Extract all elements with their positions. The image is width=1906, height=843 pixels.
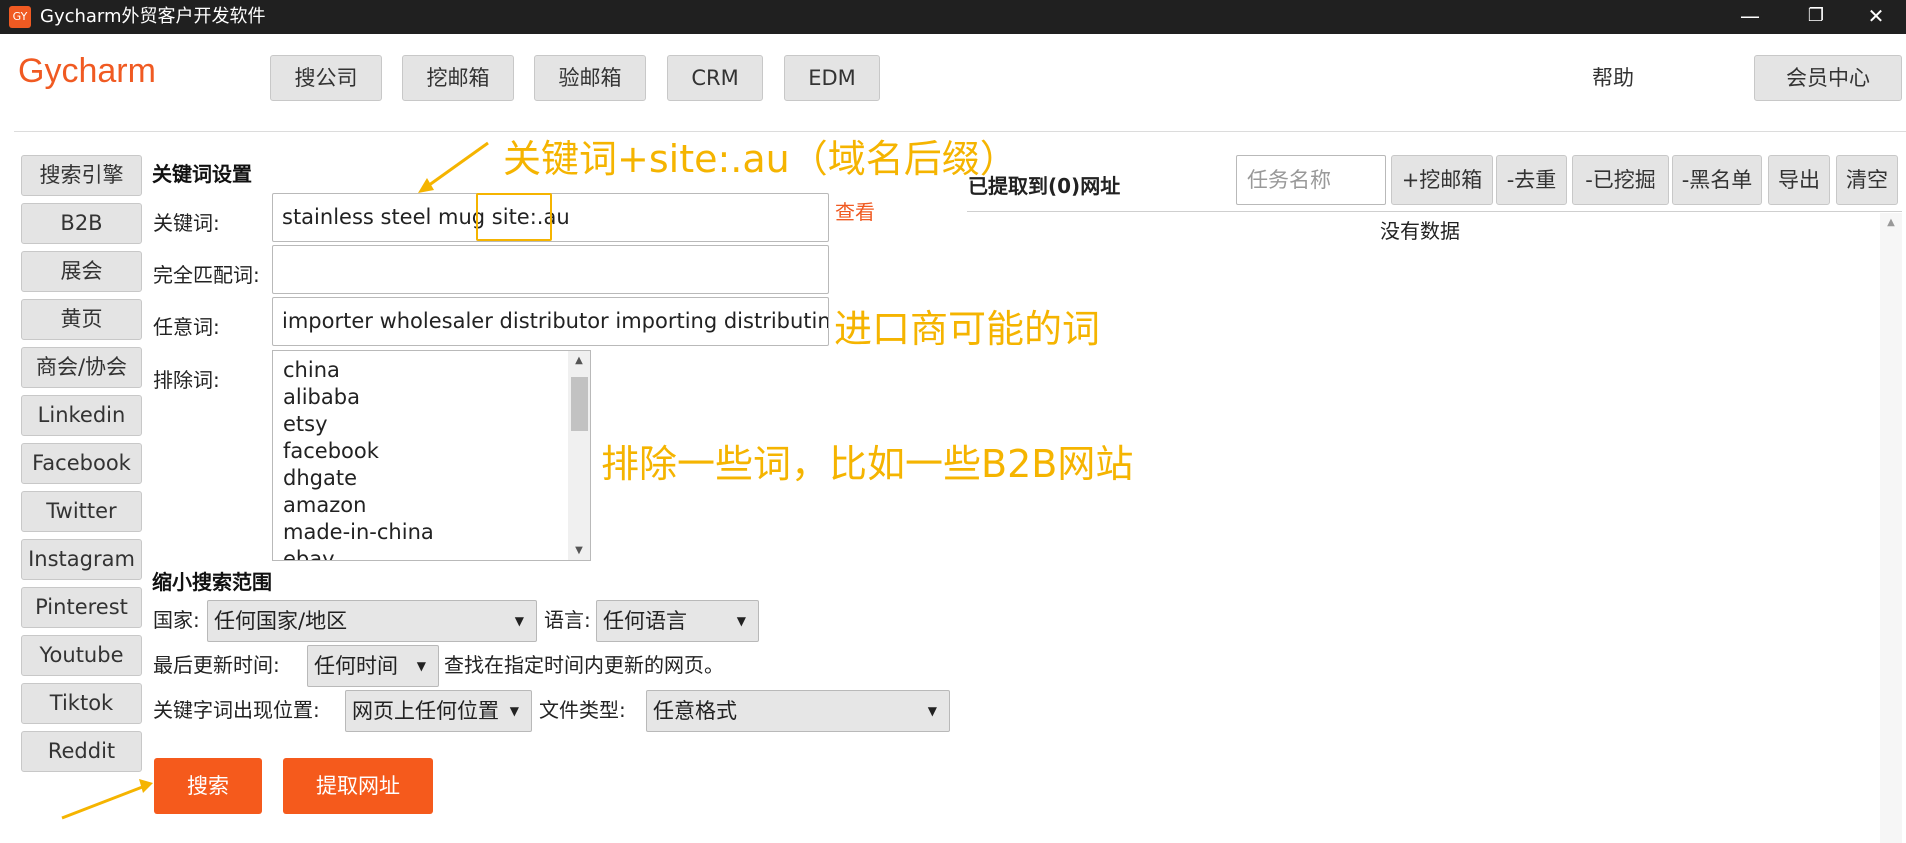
remove-mined-button[interactable]: -已挖掘 — [1572, 155, 1669, 205]
annotation-arrows — [61, 141, 489, 820]
remove-blacklist-button[interactable]: -黑名单 — [1672, 155, 1762, 205]
add-dig-email-button[interactable]: +挖邮箱 — [1391, 155, 1493, 205]
scroll-up-icon[interactable]: ▲ — [1880, 217, 1902, 228]
annotation-arrow-search — [61, 779, 153, 820]
results-scrollbar[interactable]: ▲ — [1880, 213, 1902, 843]
extracted-count-title: 已提取到(0)网址 — [968, 174, 1121, 198]
clear-button[interactable]: 清空 — [1836, 155, 1898, 205]
annotation-arrow-keyword — [418, 141, 489, 193]
task-name-input[interactable]: 任务名称 — [1236, 155, 1386, 205]
dedupe-button[interactable]: -去重 — [1496, 155, 1567, 205]
export-button[interactable]: 导出 — [1768, 155, 1830, 205]
no-data-text: 没有数据 — [1380, 219, 1460, 243]
results-table-header-rule — [967, 211, 1902, 212]
